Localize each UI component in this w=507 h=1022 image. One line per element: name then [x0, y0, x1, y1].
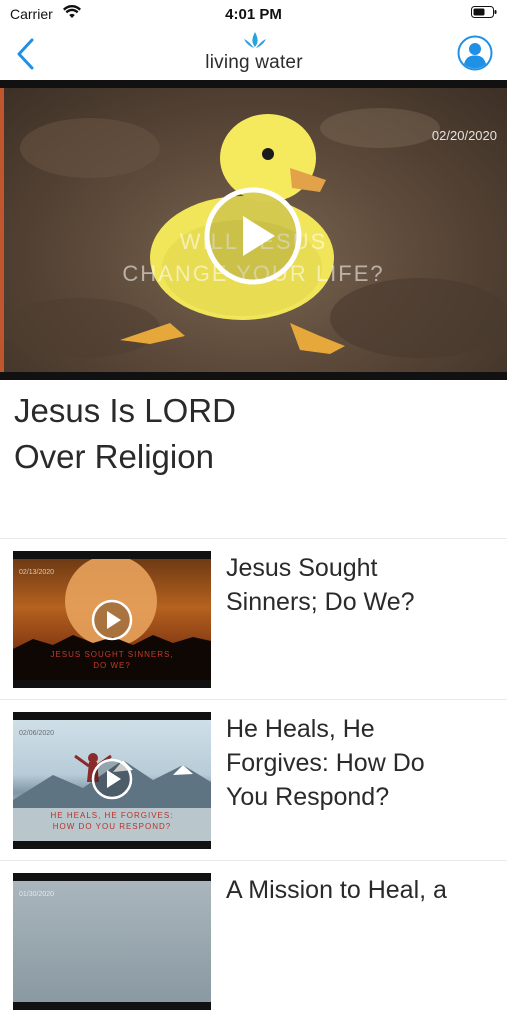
list-item[interactable]: 02/06/2020 HE HEALS, HE FORGIVES: HOW DO…: [0, 699, 507, 861]
clock: 4:01 PM: [225, 6, 282, 23]
battery-icon: [471, 6, 497, 18]
thumbnail-image: 01/30/2020: [13, 881, 211, 1002]
featured-video-thumbnail: 02/20/2020 WILL JESUS CHANGE YOUR LIFE?: [0, 88, 507, 372]
video-caption: HE HEALS, HE FORGIVES: HOW DO YOU RESPON…: [13, 810, 211, 832]
video-date: 02/13/2020: [19, 569, 55, 576]
video-title-line: You Respond?: [226, 783, 390, 811]
play-icon[interactable]: [203, 186, 303, 286]
video-thumbnail[interactable]: 02/06/2020 HE HEALS, HE FORGIVES: HOW DO…: [13, 712, 211, 849]
video-title: A Mission to Heal, a: [226, 873, 496, 907]
video-caption-line: HE HEALS, HE FORGIVES:: [50, 811, 174, 820]
living-water-logo: living water: [200, 30, 308, 76]
video-title-line: A Mission to Heal, a: [226, 876, 447, 904]
list-item[interactable]: 02/13/2020 JESUS SOUGHT SINNERS, DO WE? …: [0, 538, 507, 700]
list-item[interactable]: 01/30/2020 A Mission to Heal, a: [0, 860, 507, 1022]
video-thumbnail[interactable]: 01/30/2020: [13, 873, 211, 1010]
video-caption-line: JESUS SOUGHT SINNERS,: [50, 650, 174, 659]
video-title-line: Forgives: How Do: [226, 749, 425, 777]
video-thumbnail[interactable]: 02/13/2020 JESUS SOUGHT SINNERS, DO WE?: [13, 551, 211, 688]
play-icon: [91, 758, 133, 800]
chevron-left-icon: [17, 38, 34, 70]
video-caption: JESUS SOUGHT SINNERS, DO WE?: [13, 649, 211, 671]
logo-text: living water: [205, 52, 303, 73]
back-button[interactable]: [10, 36, 46, 72]
video-title: Jesus Sought Sinners; Do We?: [226, 551, 496, 619]
thumbnail-image: 02/06/2020 HE HEALS, HE FORGIVES: HOW DO…: [13, 720, 211, 841]
video-caption-line: DO WE?: [93, 661, 131, 670]
thumbnail-image: 02/13/2020 JESUS SOUGHT SINNERS, DO WE?: [13, 559, 211, 680]
page-title-line: Over Religion: [14, 438, 214, 475]
user-circle-icon: [457, 35, 493, 71]
video-title-line: Sinners; Do We?: [226, 588, 415, 616]
video-title: He Heals, He Forgives: How Do You Respon…: [226, 712, 496, 814]
page-title-line: Jesus Is LORD: [14, 392, 236, 429]
water-drop-icon: [244, 32, 266, 48]
status-bar: Carrier 4:01 PM: [0, 0, 507, 30]
video-caption-line: HOW DO YOU RESPOND?: [52, 822, 172, 831]
featured-video[interactable]: 02/20/2020 WILL JESUS CHANGE YOUR LIFE?: [0, 80, 507, 380]
video-title-line: He Heals, He: [226, 715, 375, 743]
nav-bar: living water: [0, 30, 507, 78]
play-icon: [91, 599, 133, 641]
video-title-line: Jesus Sought: [226, 554, 378, 582]
video-date: 01/30/2020: [19, 891, 55, 898]
video-date: 02/06/2020: [19, 730, 55, 737]
featured-video-date: 02/20/2020: [431, 128, 497, 143]
page-title: Jesus Is LORD Over Religion: [14, 388, 484, 480]
profile-button[interactable]: [457, 35, 493, 71]
